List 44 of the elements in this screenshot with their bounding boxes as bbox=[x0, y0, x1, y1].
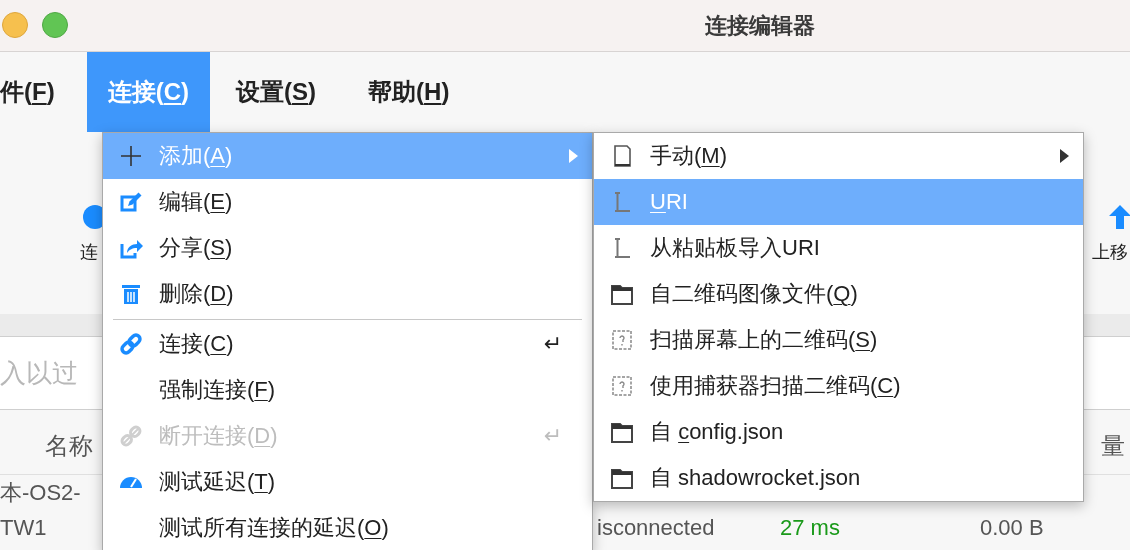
unknown-image-icon bbox=[610, 374, 634, 398]
menu-item[interactable]: 手动(M) bbox=[594, 133, 1083, 179]
menu-title[interactable]: 帮助(H) bbox=[342, 52, 476, 132]
table-cell: isconnected bbox=[597, 514, 715, 541]
shortcut-hint: ↵ bbox=[543, 331, 562, 357]
trash-icon bbox=[119, 282, 143, 306]
table-cell: 27 ms bbox=[780, 514, 840, 541]
edit-icon bbox=[119, 190, 143, 214]
menu-item[interactable]: 扫描屏幕上的二维码(S) bbox=[594, 317, 1083, 363]
unknown-image-icon bbox=[610, 328, 634, 352]
table-cell-text: 本-OS2- bbox=[0, 478, 81, 507]
minimize-button[interactable] bbox=[2, 12, 28, 38]
up-arrow-icon bbox=[1108, 204, 1130, 230]
menu-title[interactable]: 件(F) bbox=[0, 52, 87, 132]
filter-field[interactable]: 入以过 bbox=[0, 357, 100, 389]
table-cell: 0.00 B bbox=[980, 514, 1044, 541]
broken-link-icon bbox=[119, 424, 143, 448]
menu-item[interactable]: 测试所有连接的延迟(O) bbox=[103, 505, 592, 550]
menu-item[interactable]: 分享(S) bbox=[103, 225, 592, 271]
column-header[interactable]: 量 bbox=[1101, 430, 1125, 462]
gauge-icon bbox=[119, 476, 143, 488]
column-header[interactable]: 名称 bbox=[45, 430, 93, 462]
table-cell: TW1 bbox=[0, 514, 47, 541]
folder-icon bbox=[610, 466, 634, 490]
menu-item[interactable]: 测试延迟(T) bbox=[103, 459, 592, 505]
toolbar-label[interactable]: 连 bbox=[80, 240, 98, 264]
folder-icon bbox=[610, 282, 634, 306]
menu-item[interactable]: 使用捕获器扫描二维码(C) bbox=[594, 363, 1083, 409]
window-title: 连接编辑器 bbox=[705, 11, 815, 40]
toolbar-label[interactable]: 上移 bbox=[1092, 240, 1128, 264]
plus-icon bbox=[119, 144, 143, 168]
shortcut-hint: ↵ bbox=[543, 423, 562, 449]
menu-item[interactable]: 删除(D) bbox=[103, 271, 592, 317]
zoom-button[interactable] bbox=[42, 12, 68, 38]
menu-item[interactable]: 从粘贴板导入URI bbox=[594, 225, 1083, 271]
menu-item[interactable]: 自 config.json bbox=[594, 409, 1083, 455]
folder-icon bbox=[610, 420, 634, 444]
menu-item[interactable]: 强制连接(F) bbox=[103, 367, 592, 413]
menu-item[interactable]: 自二维码图像文件(Q) bbox=[594, 271, 1083, 317]
menu-item[interactable]: 自 shadowrocket.json bbox=[594, 455, 1083, 501]
link-icon bbox=[119, 332, 143, 356]
menu-item[interactable]: 连接(C) ↵ bbox=[103, 321, 592, 367]
menu-item[interactable]: 编辑(E) bbox=[103, 179, 592, 225]
menu-title[interactable]: 设置(S) bbox=[210, 52, 343, 132]
